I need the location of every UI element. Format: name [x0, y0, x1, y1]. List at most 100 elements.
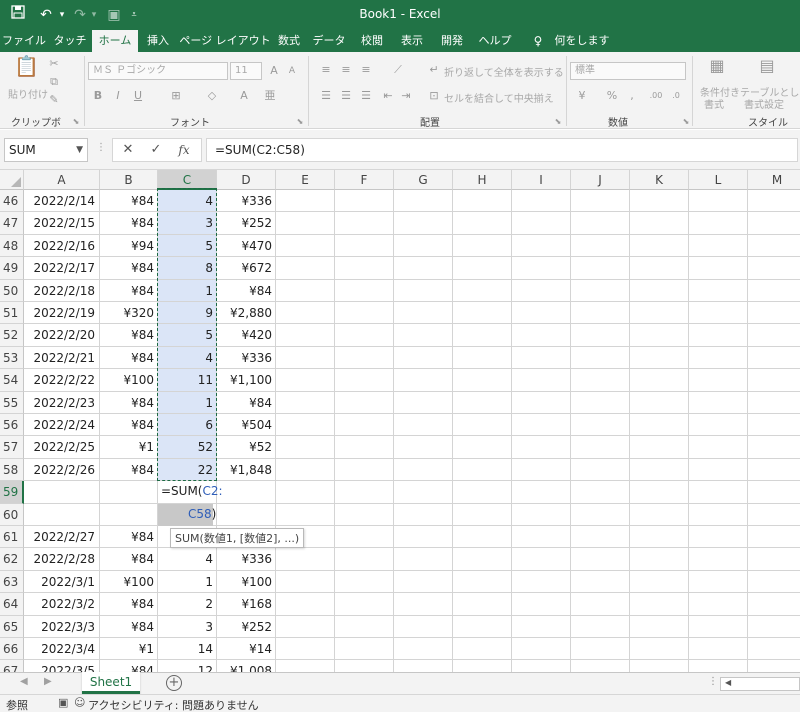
font-size-select[interactable]: 11: [230, 62, 262, 80]
macro-record-icon[interactable]: ▣: [58, 696, 68, 709]
cell-d53[interactable]: ¥336: [217, 346, 276, 370]
row-header[interactable]: 66: [0, 638, 24, 661]
cell-m59[interactable]: [748, 481, 800, 504]
cell-g66[interactable]: [394, 638, 453, 661]
cell-g49[interactable]: [394, 257, 453, 280]
cell-a50[interactable]: 2022/2/18: [24, 279, 100, 302]
cell-e60[interactable]: [276, 503, 335, 526]
cell-a66[interactable]: 2022/3/4: [24, 638, 100, 661]
align-bottom-icon[interactable]: ≡: [358, 62, 374, 78]
cell-b47[interactable]: ¥84: [100, 212, 158, 235]
cell-e58[interactable]: [276, 458, 335, 482]
paste-icon[interactable]: 📋: [14, 56, 39, 84]
cell-b51[interactable]: ¥320: [100, 302, 158, 325]
cell-a57[interactable]: 2022/2/25: [24, 436, 100, 459]
cell-l59[interactable]: [689, 481, 748, 504]
cell-g60[interactable]: [394, 503, 453, 526]
cell-m67[interactable]: [748, 660, 800, 672]
cell-e46[interactable]: [276, 190, 335, 213]
cell-f47[interactable]: [335, 212, 394, 235]
font-launcher-icon[interactable]: ⬊: [292, 114, 308, 130]
cell-m55[interactable]: [748, 392, 800, 414]
cell-k49[interactable]: [630, 257, 689, 280]
cell-a64[interactable]: 2022/3/2: [24, 593, 100, 616]
cut-icon[interactable]: ✂: [46, 56, 62, 72]
cell-d49[interactable]: ¥672: [217, 257, 276, 280]
chevron-down-icon[interactable]: ▼: [76, 139, 83, 161]
cell-l51[interactable]: [689, 302, 748, 325]
cell-f61[interactable]: [335, 526, 394, 549]
decrease-decimal-icon[interactable]: .0: [668, 88, 684, 104]
cell-a54[interactable]: 2022/2/22: [24, 369, 100, 392]
tab-help[interactable]: ヘルプ: [472, 30, 518, 52]
row-header[interactable]: 50: [0, 279, 24, 302]
cell-b66[interactable]: ¥1: [100, 638, 158, 661]
cell-a48[interactable]: 2022/2/16: [24, 234, 100, 258]
spreadsheet-grid[interactable]: ABCDEFGHIJKLM 46 2022/2/14 ¥84 4 ¥336 47 2022/…: [0, 170, 800, 672]
row-header[interactable]: 64: [0, 593, 24, 616]
cell-h64[interactable]: [453, 593, 512, 616]
copy-icon[interactable]: ⧉: [46, 74, 62, 90]
cell-g48[interactable]: [394, 234, 453, 258]
cell-j47[interactable]: [571, 212, 630, 235]
column-header-m[interactable]: M: [748, 170, 800, 190]
cancel-icon[interactable]: ✕: [117, 141, 139, 159]
border-icon[interactable]: ⊞: [168, 88, 184, 104]
cell-c52[interactable]: 5: [158, 324, 217, 347]
cell-a47[interactable]: 2022/2/15: [24, 212, 100, 235]
cell-d60[interactable]: [217, 503, 276, 526]
tab-page-layout[interactable]: ページ レイアウト: [178, 30, 272, 52]
cell-l65[interactable]: [689, 615, 748, 638]
cell-b59[interactable]: [100, 481, 158, 504]
cell-j52[interactable]: [571, 324, 630, 347]
cell-c47[interactable]: 3: [158, 212, 217, 235]
cell-d48[interactable]: ¥470: [217, 234, 276, 258]
row-header[interactable]: 60: [0, 503, 24, 526]
cell-e65[interactable]: [276, 615, 335, 638]
cell-g61[interactable]: [394, 526, 453, 549]
cell-h49[interactable]: [453, 257, 512, 280]
cell-l48[interactable]: [689, 234, 748, 258]
cell-b64[interactable]: ¥84: [100, 593, 158, 616]
alignment-launcher-icon[interactable]: ⬊: [550, 114, 566, 130]
cell-j65[interactable]: [571, 615, 630, 638]
cell-h57[interactable]: [453, 436, 512, 459]
cell-d55[interactable]: ¥84: [217, 391, 276, 414]
column-header-g[interactable]: G: [394, 170, 453, 190]
cell-c46[interactable]: 4: [158, 190, 217, 213]
cell-c48[interactable]: 5: [158, 234, 217, 258]
cell-h50[interactable]: [453, 279, 512, 302]
column-header-d[interactable]: D: [217, 170, 276, 190]
formula-input[interactable]: =SUM(C2:C58): [206, 138, 798, 162]
cell-b52[interactable]: ¥84: [100, 324, 158, 347]
cell-k66[interactable]: [630, 638, 689, 661]
cell-i51[interactable]: [512, 302, 571, 325]
cell-d50[interactable]: ¥84: [217, 279, 276, 302]
cell-c64[interactable]: 2: [158, 593, 217, 616]
cell-g51[interactable]: [394, 302, 453, 325]
cell-l53[interactable]: [689, 346, 748, 370]
cell-g67[interactable]: [394, 660, 453, 672]
decrease-font-icon[interactable]: A: [284, 63, 300, 79]
cell-g56[interactable]: [394, 414, 453, 437]
cell-i52[interactable]: [512, 324, 571, 347]
italic-icon[interactable]: I: [110, 88, 126, 104]
row-header[interactable]: 56: [0, 414, 24, 437]
percent-icon[interactable]: %: [604, 88, 620, 104]
cell-m50[interactable]: [748, 280, 800, 302]
cell-e47[interactable]: [276, 212, 335, 235]
cell-l55[interactable]: [689, 391, 748, 414]
cell-l63[interactable]: [689, 570, 748, 594]
cell-i59[interactable]: [512, 481, 571, 504]
cell-l50[interactable]: [689, 279, 748, 302]
cell-l49[interactable]: [689, 257, 748, 280]
tell-me-search[interactable]: 何をしますか: [550, 30, 614, 69]
cell-h53[interactable]: [453, 346, 512, 370]
fill-color-icon[interactable]: ◇: [204, 88, 220, 104]
cell-c63[interactable]: 1: [158, 570, 217, 594]
scroll-sheets-right-icon[interactable]: ▶: [44, 676, 52, 687]
cell-j64[interactable]: [571, 593, 630, 616]
horizontal-scrollbar[interactable]: ◀: [720, 677, 800, 691]
cell-h46[interactable]: [453, 190, 512, 213]
cell-b53[interactable]: ¥84: [100, 346, 158, 370]
